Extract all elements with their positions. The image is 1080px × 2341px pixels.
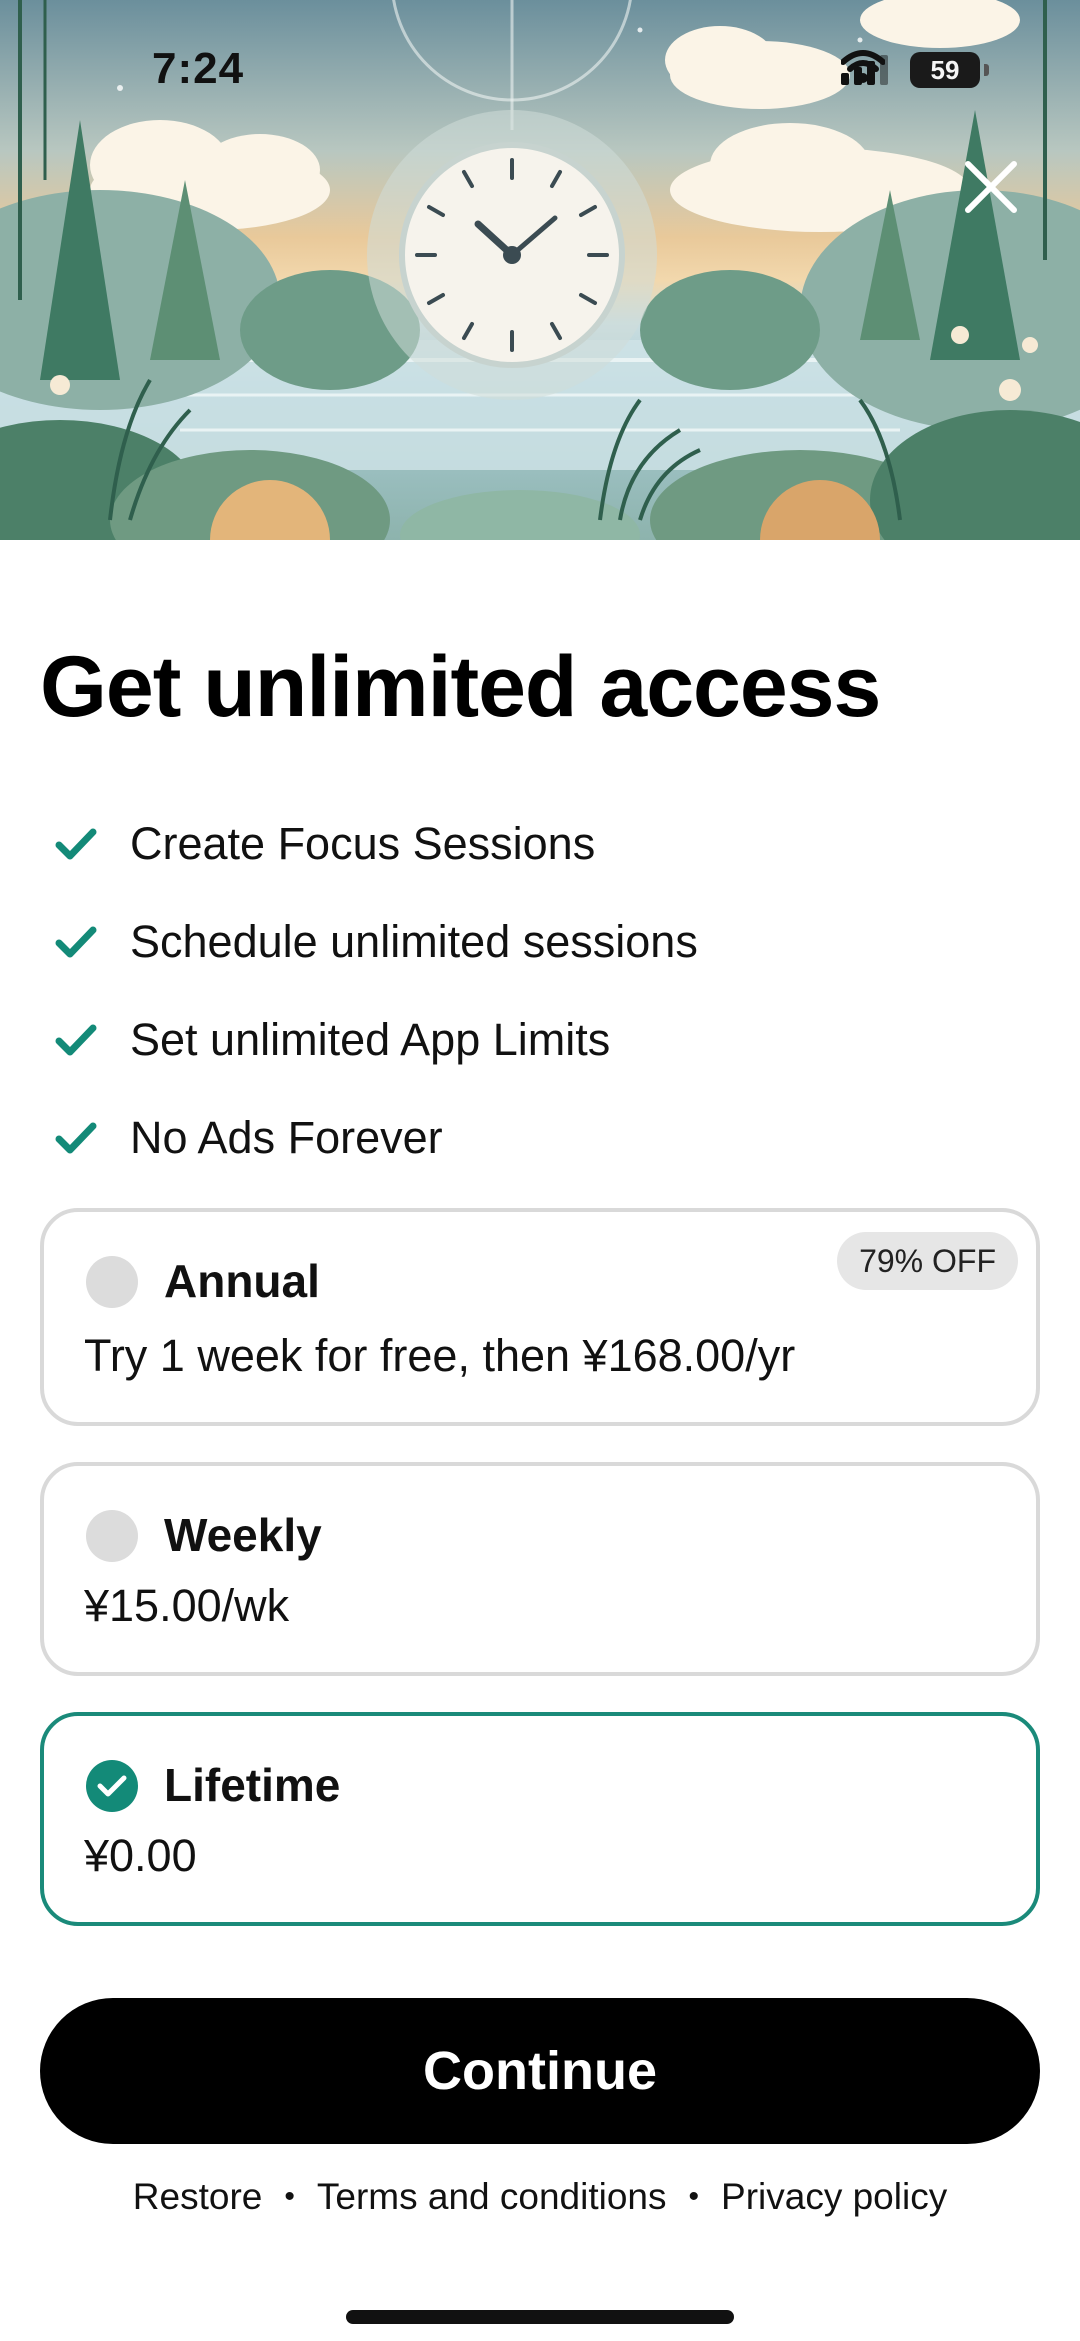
- separator-dot: •: [284, 2180, 295, 2213]
- footer-links: Restore • Terms and conditions • Privacy…: [0, 2176, 1080, 2218]
- battery-icon: 59: [910, 52, 989, 88]
- feature-label: Create Focus Sessions: [130, 818, 596, 869]
- status-time: 7:24: [152, 44, 245, 93]
- home-indicator: [346, 2310, 734, 2324]
- plan-name: Lifetime: [164, 1759, 341, 1811]
- radio-unselected-icon[interactable]: [86, 1256, 138, 1308]
- feature-label: Set unlimited App Limits: [130, 1014, 611, 1065]
- radio-unselected-icon[interactable]: [86, 1510, 138, 1562]
- checkmark-icon: [50, 1014, 102, 1066]
- battery-level: 59: [930, 54, 960, 85]
- clock-icon: [367, 110, 657, 400]
- plan-annual-option[interactable]: Annual 79% OFF Try 1 week for free, then…: [40, 1208, 1040, 1426]
- feature-label: Schedule unlimited sessions: [130, 916, 698, 967]
- page-title: Get unlimited access: [40, 639, 881, 735]
- discount-badge: 79% OFF: [837, 1232, 1018, 1290]
- checkmark-icon: [50, 1112, 102, 1164]
- feature-item: Set unlimited App Limits: [50, 991, 698, 1089]
- plan-price: ¥0.00: [84, 1830, 197, 1881]
- privacy-link[interactable]: Privacy policy: [721, 2176, 947, 2218]
- separator-dot: •: [688, 2180, 700, 2213]
- continue-button[interactable]: Continue: [40, 1998, 1040, 2144]
- plan-lifetime-option[interactable]: Lifetime ¥0.00: [40, 1712, 1040, 1926]
- feature-list: Create Focus Sessions Schedule unlimited…: [50, 795, 698, 1187]
- feature-item: No Ads Forever: [50, 1089, 698, 1187]
- wifi-icon: [841, 50, 885, 83]
- status-icons: 59: [841, 50, 989, 90]
- checkmark-icon: [50, 818, 102, 870]
- feature-item: Schedule unlimited sessions: [50, 893, 698, 991]
- plan-price: Try 1 week for free, then ¥168.00/yr: [84, 1330, 796, 1381]
- plan-price: ¥15.00/wk: [84, 1580, 290, 1631]
- plan-name: Weekly: [164, 1509, 322, 1561]
- plan-name: Annual: [164, 1255, 320, 1307]
- terms-link[interactable]: Terms and conditions: [317, 2176, 667, 2218]
- feature-item: Create Focus Sessions: [50, 795, 698, 893]
- close-icon: [965, 161, 1017, 213]
- hero-illustration: 7:24 59: [0, 0, 1080, 540]
- paywall-screen: 7:24 59 Get unlimited access Create Focu…: [0, 0, 1080, 2341]
- restore-link[interactable]: Restore: [133, 2176, 263, 2218]
- feature-label: No Ads Forever: [130, 1112, 443, 1163]
- checkmark-icon: [50, 916, 102, 968]
- close-button[interactable]: [964, 160, 1028, 224]
- radio-checked-icon[interactable]: [86, 1760, 138, 1812]
- plan-weekly-option[interactable]: Weekly ¥15.00/wk: [40, 1462, 1040, 1676]
